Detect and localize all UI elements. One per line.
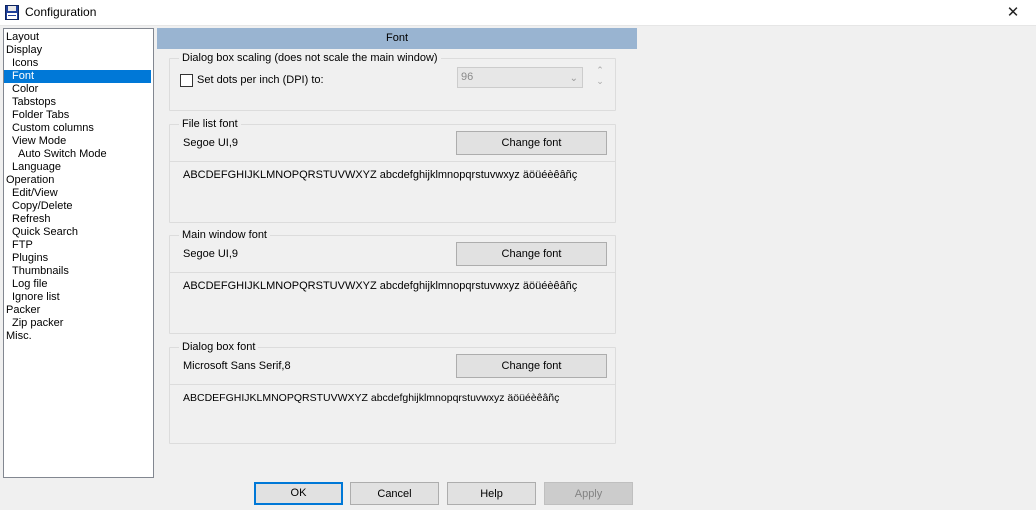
tree-item[interactable]: Color xyxy=(4,83,153,96)
dialog-scaling-group: Dialog box scaling (does not scale the m… xyxy=(169,51,616,111)
main-window-font-sample: ABCDEFGHIJKLMNOPQRSTUVWXYZ abcdefghijklm… xyxy=(183,280,578,292)
tree-item[interactable]: Display xyxy=(4,44,153,57)
tree-item[interactable]: Plugins xyxy=(4,252,153,265)
title-bar: Configuration ✕ xyxy=(0,0,1036,26)
apply-button[interactable]: Apply xyxy=(544,482,633,505)
dpi-checkbox[interactable] xyxy=(180,74,193,87)
tree-item[interactable]: Log file xyxy=(4,278,153,291)
tree-item[interactable]: Icons xyxy=(4,57,153,70)
spin-down-icon[interactable]: ⌄ xyxy=(594,76,606,87)
main-window-font-name: Segoe UI,9 xyxy=(183,248,239,260)
dpi-spinner[interactable]: ⌃ ⌄ xyxy=(594,65,606,91)
main-window-font-title: Main window font xyxy=(179,228,270,242)
file-list-font-group: File list font Segoe UI,9 Change font AB… xyxy=(169,117,616,223)
tree-item[interactable]: Custom columns xyxy=(4,122,153,135)
tree-item[interactable]: Operation xyxy=(4,174,153,187)
divider xyxy=(170,384,615,385)
main-window-font-group: Main window font Segoe UI,9 Change font … xyxy=(169,228,616,334)
dpi-value: 96 xyxy=(461,71,474,83)
tree-item[interactable]: Zip packer xyxy=(4,317,153,330)
spin-up-icon[interactable]: ⌃ xyxy=(594,65,606,76)
dpi-checkbox-label[interactable]: Set dots per inch (DPI) to: xyxy=(197,74,324,86)
tree-item[interactable]: Quick Search xyxy=(4,226,153,239)
divider xyxy=(170,272,615,273)
tree-item[interactable]: Language xyxy=(4,161,153,174)
settings-tree[interactable]: Layout Display Icons Font Color Tabstops Folde… xyxy=(3,28,154,478)
divider xyxy=(170,161,615,162)
dialog-box-font-title: Dialog box font xyxy=(179,340,259,354)
tree-item[interactable]: Tabstops xyxy=(4,96,153,109)
file-list-change-font-button[interactable]: Change font xyxy=(456,131,607,155)
tree-item[interactable]: Edit/View xyxy=(4,187,153,200)
tree-item[interactable]: View Mode xyxy=(4,135,153,148)
file-list-font-title: File list font xyxy=(179,117,241,131)
tree-item[interactable]: Misc. xyxy=(4,330,153,343)
main-window-change-font-button[interactable]: Change font xyxy=(456,242,607,266)
tree-item[interactable]: Font xyxy=(4,70,151,83)
tree-item[interactable]: Ignore list xyxy=(4,291,153,304)
cancel-button[interactable]: Cancel xyxy=(350,482,439,505)
file-list-font-sample: ABCDEFGHIJKLMNOPQRSTUVWXYZ abcdefghijklm… xyxy=(183,169,578,181)
page-title: Font xyxy=(157,28,637,49)
floppy-disk-icon xyxy=(5,5,19,20)
dialog-box-font-sample: ABCDEFGHIJKLMNOPQRSTUVWXYZ abcdefghijklm… xyxy=(183,392,560,404)
file-list-font-name: Segoe UI,9 xyxy=(183,137,239,149)
help-button[interactable]: Help xyxy=(447,482,536,505)
tree-item[interactable]: Auto Switch Mode xyxy=(4,148,153,161)
tree-item[interactable]: Copy/Delete xyxy=(4,200,153,213)
ok-button[interactable]: OK xyxy=(254,482,343,505)
tree-item[interactable]: Refresh xyxy=(4,213,153,226)
tree-item[interactable]: Thumbnails xyxy=(4,265,153,278)
dialog-scaling-title: Dialog box scaling (does not scale the m… xyxy=(179,51,441,65)
chevron-down-icon: ⌄ xyxy=(569,73,578,84)
tree-item[interactable]: Packer xyxy=(4,304,153,317)
dialog-box-change-font-button[interactable]: Change font xyxy=(456,354,607,378)
dpi-select[interactable]: 96 ⌄ xyxy=(457,67,583,88)
close-button[interactable]: ✕ xyxy=(990,0,1036,26)
tree-item[interactable]: Folder Tabs xyxy=(4,109,153,122)
window-title: Configuration xyxy=(25,5,97,19)
dialog-box-font-group: Dialog box font Microsoft Sans Serif,8 C… xyxy=(169,340,616,444)
dialog-box-font-name: Microsoft Sans Serif,8 xyxy=(183,360,291,372)
tree-item[interactable]: Layout xyxy=(4,31,153,44)
tree-item[interactable]: FTP xyxy=(4,239,153,252)
